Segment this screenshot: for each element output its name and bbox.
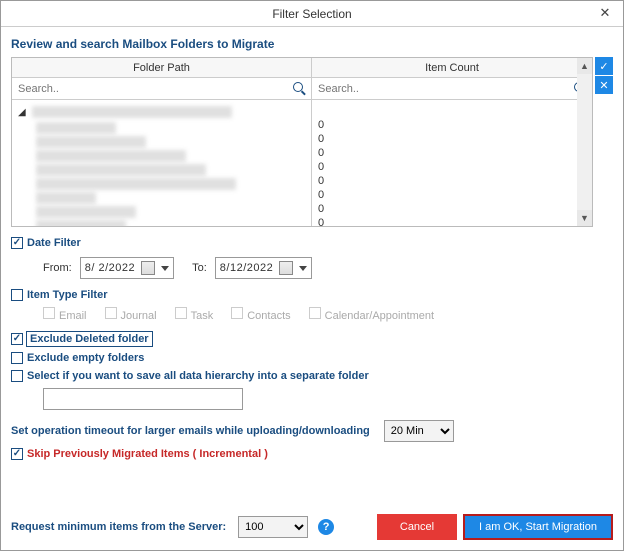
window-title: Filter Selection	[272, 7, 351, 21]
count-value: 0	[318, 202, 586, 216]
timeout-label: Set operation timeout for larger emails …	[11, 425, 370, 437]
cancel-button[interactable]: Cancel	[377, 514, 457, 540]
calendar-icon[interactable]	[141, 261, 155, 275]
grid-header: Folder Path Item Count	[12, 58, 592, 78]
count-value: 0	[318, 160, 586, 174]
chevron-down-icon[interactable]	[161, 266, 169, 271]
search-count-input[interactable]	[316, 82, 574, 96]
email-label: Email	[59, 310, 87, 322]
request-min-select[interactable]: 100	[238, 516, 308, 538]
from-date-value: 8/ 2/2022	[85, 262, 135, 274]
help-icon[interactable]: ?	[318, 519, 334, 535]
separate-folder-label: Select if you want to save all data hier…	[27, 370, 369, 382]
journal-label: Journal	[121, 310, 157, 322]
from-date-field[interactable]: 8/ 2/2022	[80, 257, 174, 279]
count-value: 0	[318, 146, 586, 160]
from-label: From:	[43, 262, 72, 274]
to-date-value: 8/12/2022	[220, 262, 273, 274]
date-filter-label: Date Filter	[27, 237, 81, 249]
calendar-label: Calendar/Appointment	[325, 310, 434, 322]
task-label: Task	[191, 310, 214, 322]
count-value: 0	[318, 118, 586, 132]
titlebar: Filter Selection ✕	[1, 1, 623, 27]
separate-folder-checkbox[interactable]	[11, 370, 23, 382]
search-folder-cell	[12, 78, 312, 99]
scroll-up-icon[interactable]: ▲	[577, 58, 592, 74]
count-value: 0	[318, 216, 586, 226]
item-type-filter-checkbox[interactable]	[11, 289, 23, 301]
close-icon[interactable]: ✕	[595, 3, 615, 23]
exclude-deleted-label: Exclude Deleted folder	[27, 332, 152, 346]
item-count-column: 0 0 0 0 0 0 0 0 11	[312, 100, 592, 226]
to-date-field[interactable]: 8/12/2022	[215, 257, 312, 279]
task-checkbox	[175, 307, 187, 319]
to-label: To:	[192, 262, 207, 274]
grid-scrollbar[interactable]: ▲ ▼	[577, 57, 593, 227]
search-icon[interactable]	[293, 82, 307, 96]
item-type-filter-label: Item Type Filter	[27, 289, 107, 301]
chevron-down-icon[interactable]	[299, 266, 307, 271]
exclude-empty-checkbox[interactable]	[11, 352, 23, 364]
start-migration-button[interactable]: I am OK, Start Migration	[463, 514, 613, 540]
tree-collapse-icon[interactable]: ◢	[18, 107, 26, 118]
contacts-label: Contacts	[247, 310, 290, 322]
skip-previous-checkbox[interactable]	[11, 448, 23, 460]
contacts-checkbox	[231, 307, 243, 319]
request-min-label: Request minimum items from the Server:	[11, 521, 226, 533]
date-filter-checkbox[interactable]	[11, 237, 23, 249]
search-folder-input[interactable]	[16, 82, 293, 96]
count-value: 0	[318, 132, 586, 146]
search-count-cell	[312, 78, 592, 99]
timeout-select[interactable]: 20 Min	[384, 420, 454, 442]
journal-checkbox	[105, 307, 117, 319]
filter-selection-dialog: Filter Selection ✕ Review and search Mai…	[0, 0, 624, 551]
header-item-count[interactable]: Item Count	[312, 58, 592, 77]
exclude-empty-label: Exclude empty folders	[27, 352, 144, 364]
scroll-down-icon[interactable]: ▼	[577, 210, 592, 226]
folder-grid: Folder Path Item Count ◢	[11, 57, 593, 227]
email-checkbox	[43, 307, 55, 319]
header-folder-path[interactable]: Folder Path	[12, 58, 312, 77]
calendar-icon[interactable]	[279, 261, 293, 275]
exclude-deleted-checkbox[interactable]	[11, 333, 23, 345]
separate-folder-input[interactable]	[43, 388, 243, 410]
page-subtitle: Review and search Mailbox Folders to Mig…	[11, 37, 613, 51]
folder-tree[interactable]: ◢	[12, 100, 312, 226]
deselect-all-button[interactable]: ✕	[595, 76, 613, 94]
count-value: 0	[318, 174, 586, 188]
count-value: 0	[318, 188, 586, 202]
calendar-checkbox	[309, 307, 321, 319]
skip-previous-label: Skip Previously Migrated Items ( Increme…	[27, 448, 268, 460]
select-all-button[interactable]: ✓	[595, 57, 613, 75]
